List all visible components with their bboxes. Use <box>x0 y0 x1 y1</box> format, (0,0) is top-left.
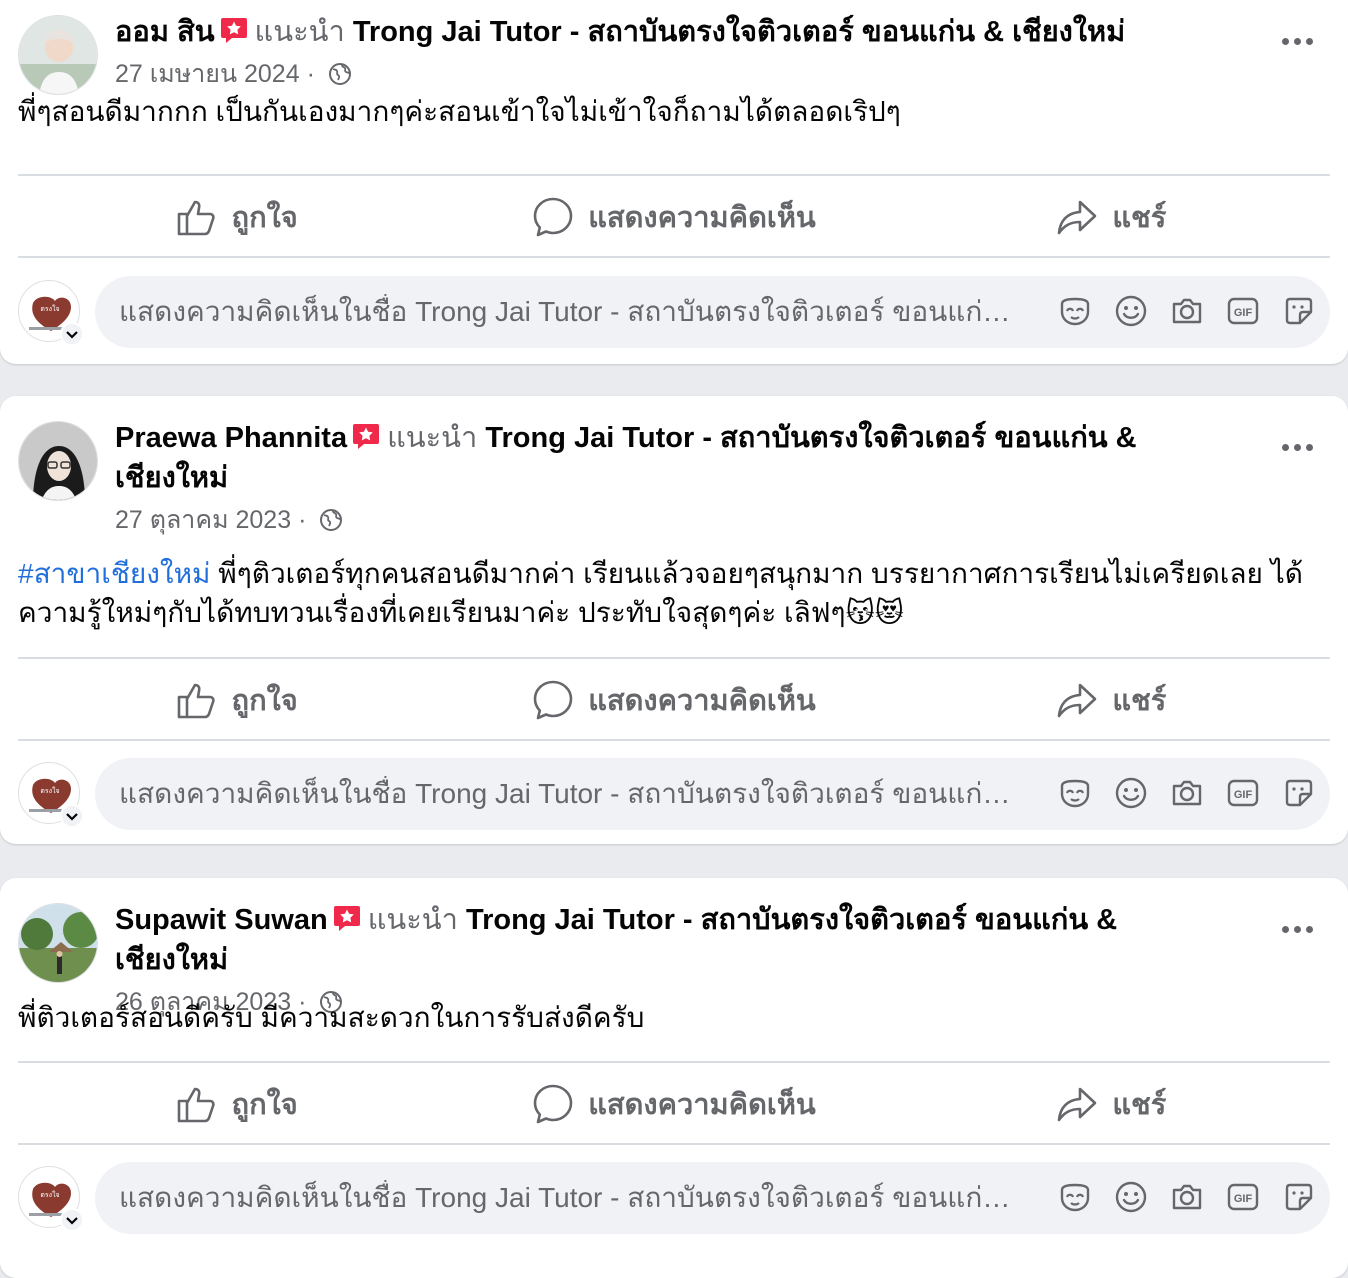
comment-input[interactable]: แสดงความคิดเห็นในชื่อ Trong Jai Tutor - … <box>95 758 1330 830</box>
recommend-icon <box>219 15 249 45</box>
share-label: แชร์ <box>1112 1089 1167 1121</box>
globe-icon <box>328 62 352 86</box>
post-card: ออม สิน แนะนำ Trong Jai Tutor - สถาบันตรง… <box>0 0 1348 364</box>
meta-separator: · <box>298 506 307 534</box>
comment-label: แสดงความคิดเห็น <box>588 202 816 234</box>
chevron-down-icon[interactable] <box>60 804 84 828</box>
comment-composer: ตรงใจ แสดงความคิดเห็นในชื่อ Trong Jai Tu… <box>18 758 1330 832</box>
share-icon <box>1056 196 1098 238</box>
post-date[interactable]: 27 เมษายน 2024 <box>115 60 300 88</box>
divider <box>18 657 1330 659</box>
comment-placeholder: แสดงความคิดเห็นในชื่อ Trong Jai Tutor - … <box>119 296 1019 327</box>
meta-separator: · <box>306 60 315 88</box>
post-text: #สาขาเชียงใหม่ พี่ๆติวเตอร์ทุกคนสอนดีมาก… <box>18 554 1318 632</box>
svg-text:ตรงใจ: ตรงใจ <box>40 786 59 795</box>
comment-input[interactable]: แสดงความคิดเห็นในชื่อ Trong Jai Tutor - … <box>95 276 1330 348</box>
share-icon <box>1056 679 1098 721</box>
author-avatar[interactable] <box>18 421 98 501</box>
share-button[interactable]: แชร์ <box>893 660 1330 740</box>
post-text-body: พี่ๆติวเตอร์ทุกคนสอนดีมากค่า เรียนแล้วจอ… <box>18 558 1303 628</box>
recommend-icon <box>332 903 362 933</box>
avatar-sticker-icon[interactable] <box>1058 776 1092 810</box>
post-text: พี่ติวเตอร์สอนดีครับ มีความสะดวกในการรับ… <box>18 1002 645 1033</box>
more-options-button[interactable] <box>1278 432 1318 462</box>
post-card: Supawit Suwan แนะนำ Trong Jai Tutor - สถา… <box>0 878 1348 1278</box>
comment-composer: ตรงใจ แสดงความคิดเห็นในชื่อ Trong Jai Tu… <box>18 276 1330 350</box>
post-card: Praewa Phannita แนะนำ Trong Jai Tutor - ส… <box>0 396 1348 844</box>
recommends-label: แนะนำ <box>387 422 478 454</box>
share-icon <box>1056 1083 1098 1125</box>
post-date[interactable]: 27 ตุลาคม 2023 <box>115 506 291 534</box>
globe-icon <box>319 508 343 532</box>
share-button[interactable]: แชร์ <box>893 1064 1330 1144</box>
divider <box>18 174 1330 176</box>
comment-icon <box>532 196 574 238</box>
svg-text:ตรงใจ: ตรงใจ <box>40 1190 59 1199</box>
comment-label: แสดงความคิดเห็น <box>588 685 816 717</box>
post-text: พี่ๆสอนดีมากกก เป็นกันเองมากๆค่ะสอนเข้าใ… <box>18 96 901 127</box>
like-icon <box>176 679 218 721</box>
author-avatar[interactable] <box>18 15 98 95</box>
camera-icon[interactable] <box>1170 1180 1204 1214</box>
comment-button[interactable]: แสดงความคิดเห็น <box>455 177 892 257</box>
more-options-button[interactable] <box>1278 914 1318 944</box>
emoji-icon[interactable] <box>1114 776 1148 810</box>
like-icon <box>176 1083 218 1125</box>
gif-icon[interactable] <box>1226 294 1260 328</box>
emoji-icon[interactable] <box>1114 294 1148 328</box>
post-actions: ถูกใจ แสดงความคิดเห็น แชร์ <box>18 177 1330 257</box>
comment-placeholder: แสดงความคิดเห็นในชื่อ Trong Jai Tutor - … <box>119 1182 1019 1213</box>
comment-input[interactable]: แสดงความคิดเห็นในชื่อ Trong Jai Tutor - … <box>95 1162 1330 1234</box>
like-button[interactable]: ถูกใจ <box>18 177 455 257</box>
chevron-down-icon[interactable] <box>60 1208 84 1232</box>
camera-icon[interactable] <box>1170 776 1204 810</box>
sticker-icon[interactable] <box>1282 776 1316 810</box>
comment-icon <box>532 679 574 721</box>
sticker-icon[interactable] <box>1282 1180 1316 1214</box>
like-label: ถูกใจ <box>231 685 298 717</box>
recommends-label: แนะนำ <box>254 16 345 48</box>
emoji-icon[interactable] <box>1114 1180 1148 1214</box>
post-actions: ถูกใจ แสดงความคิดเห็น แชร์ <box>18 660 1330 740</box>
like-button[interactable]: ถูกใจ <box>18 660 455 740</box>
post-actions: ถูกใจ แสดงความคิดเห็น แชร์ <box>18 1064 1330 1144</box>
avatar-sticker-icon[interactable] <box>1058 1180 1092 1214</box>
hashtag-link[interactable]: #สาขาเชียงใหม่ <box>18 558 211 589</box>
like-label: ถูกใจ <box>231 202 298 234</box>
comment-button[interactable]: แสดงความคิดเห็น <box>455 660 892 740</box>
like-icon <box>176 196 218 238</box>
like-label: ถูกใจ <box>231 1089 298 1121</box>
gif-icon[interactable] <box>1226 776 1260 810</box>
page-name-link[interactable]: Trong Jai Tutor - สถาบันตรงใจติวเตอร์ ขอ… <box>353 16 1125 48</box>
camera-icon[interactable] <box>1170 294 1204 328</box>
sticker-icon[interactable] <box>1282 294 1316 328</box>
recommends-label: แนะนำ <box>367 904 458 936</box>
share-label: แชร์ <box>1112 685 1167 717</box>
divider <box>18 256 1330 258</box>
avatar-sticker-icon[interactable] <box>1058 294 1092 328</box>
gif-icon[interactable] <box>1226 1180 1260 1214</box>
comment-label: แสดงความคิดเห็น <box>588 1089 816 1121</box>
author-name[interactable]: Supawit Suwan <box>115 904 328 936</box>
divider <box>18 739 1330 741</box>
more-options-button[interactable] <box>1278 26 1318 56</box>
author-name[interactable]: Praewa Phannita <box>115 422 347 454</box>
comment-button[interactable]: แสดงความคิดเห็น <box>455 1064 892 1144</box>
share-label: แชร์ <box>1112 202 1167 234</box>
comment-placeholder: แสดงความคิดเห็นในชื่อ Trong Jai Tutor - … <box>119 778 1019 809</box>
author-avatar[interactable] <box>18 903 98 983</box>
chevron-down-icon[interactable] <box>60 322 84 346</box>
recommend-icon <box>351 421 381 451</box>
author-name[interactable]: ออม สิน <box>115 16 215 48</box>
comment-icon <box>532 1083 574 1125</box>
like-button[interactable]: ถูกใจ <box>18 1064 455 1144</box>
divider <box>18 1143 1330 1145</box>
divider <box>18 1061 1330 1063</box>
comment-composer: ตรงใจ แสดงความคิดเห็นในชื่อ Trong Jai Tu… <box>18 1162 1330 1236</box>
share-button[interactable]: แชร์ <box>893 177 1330 257</box>
svg-text:ตรงใจ: ตรงใจ <box>40 304 59 313</box>
